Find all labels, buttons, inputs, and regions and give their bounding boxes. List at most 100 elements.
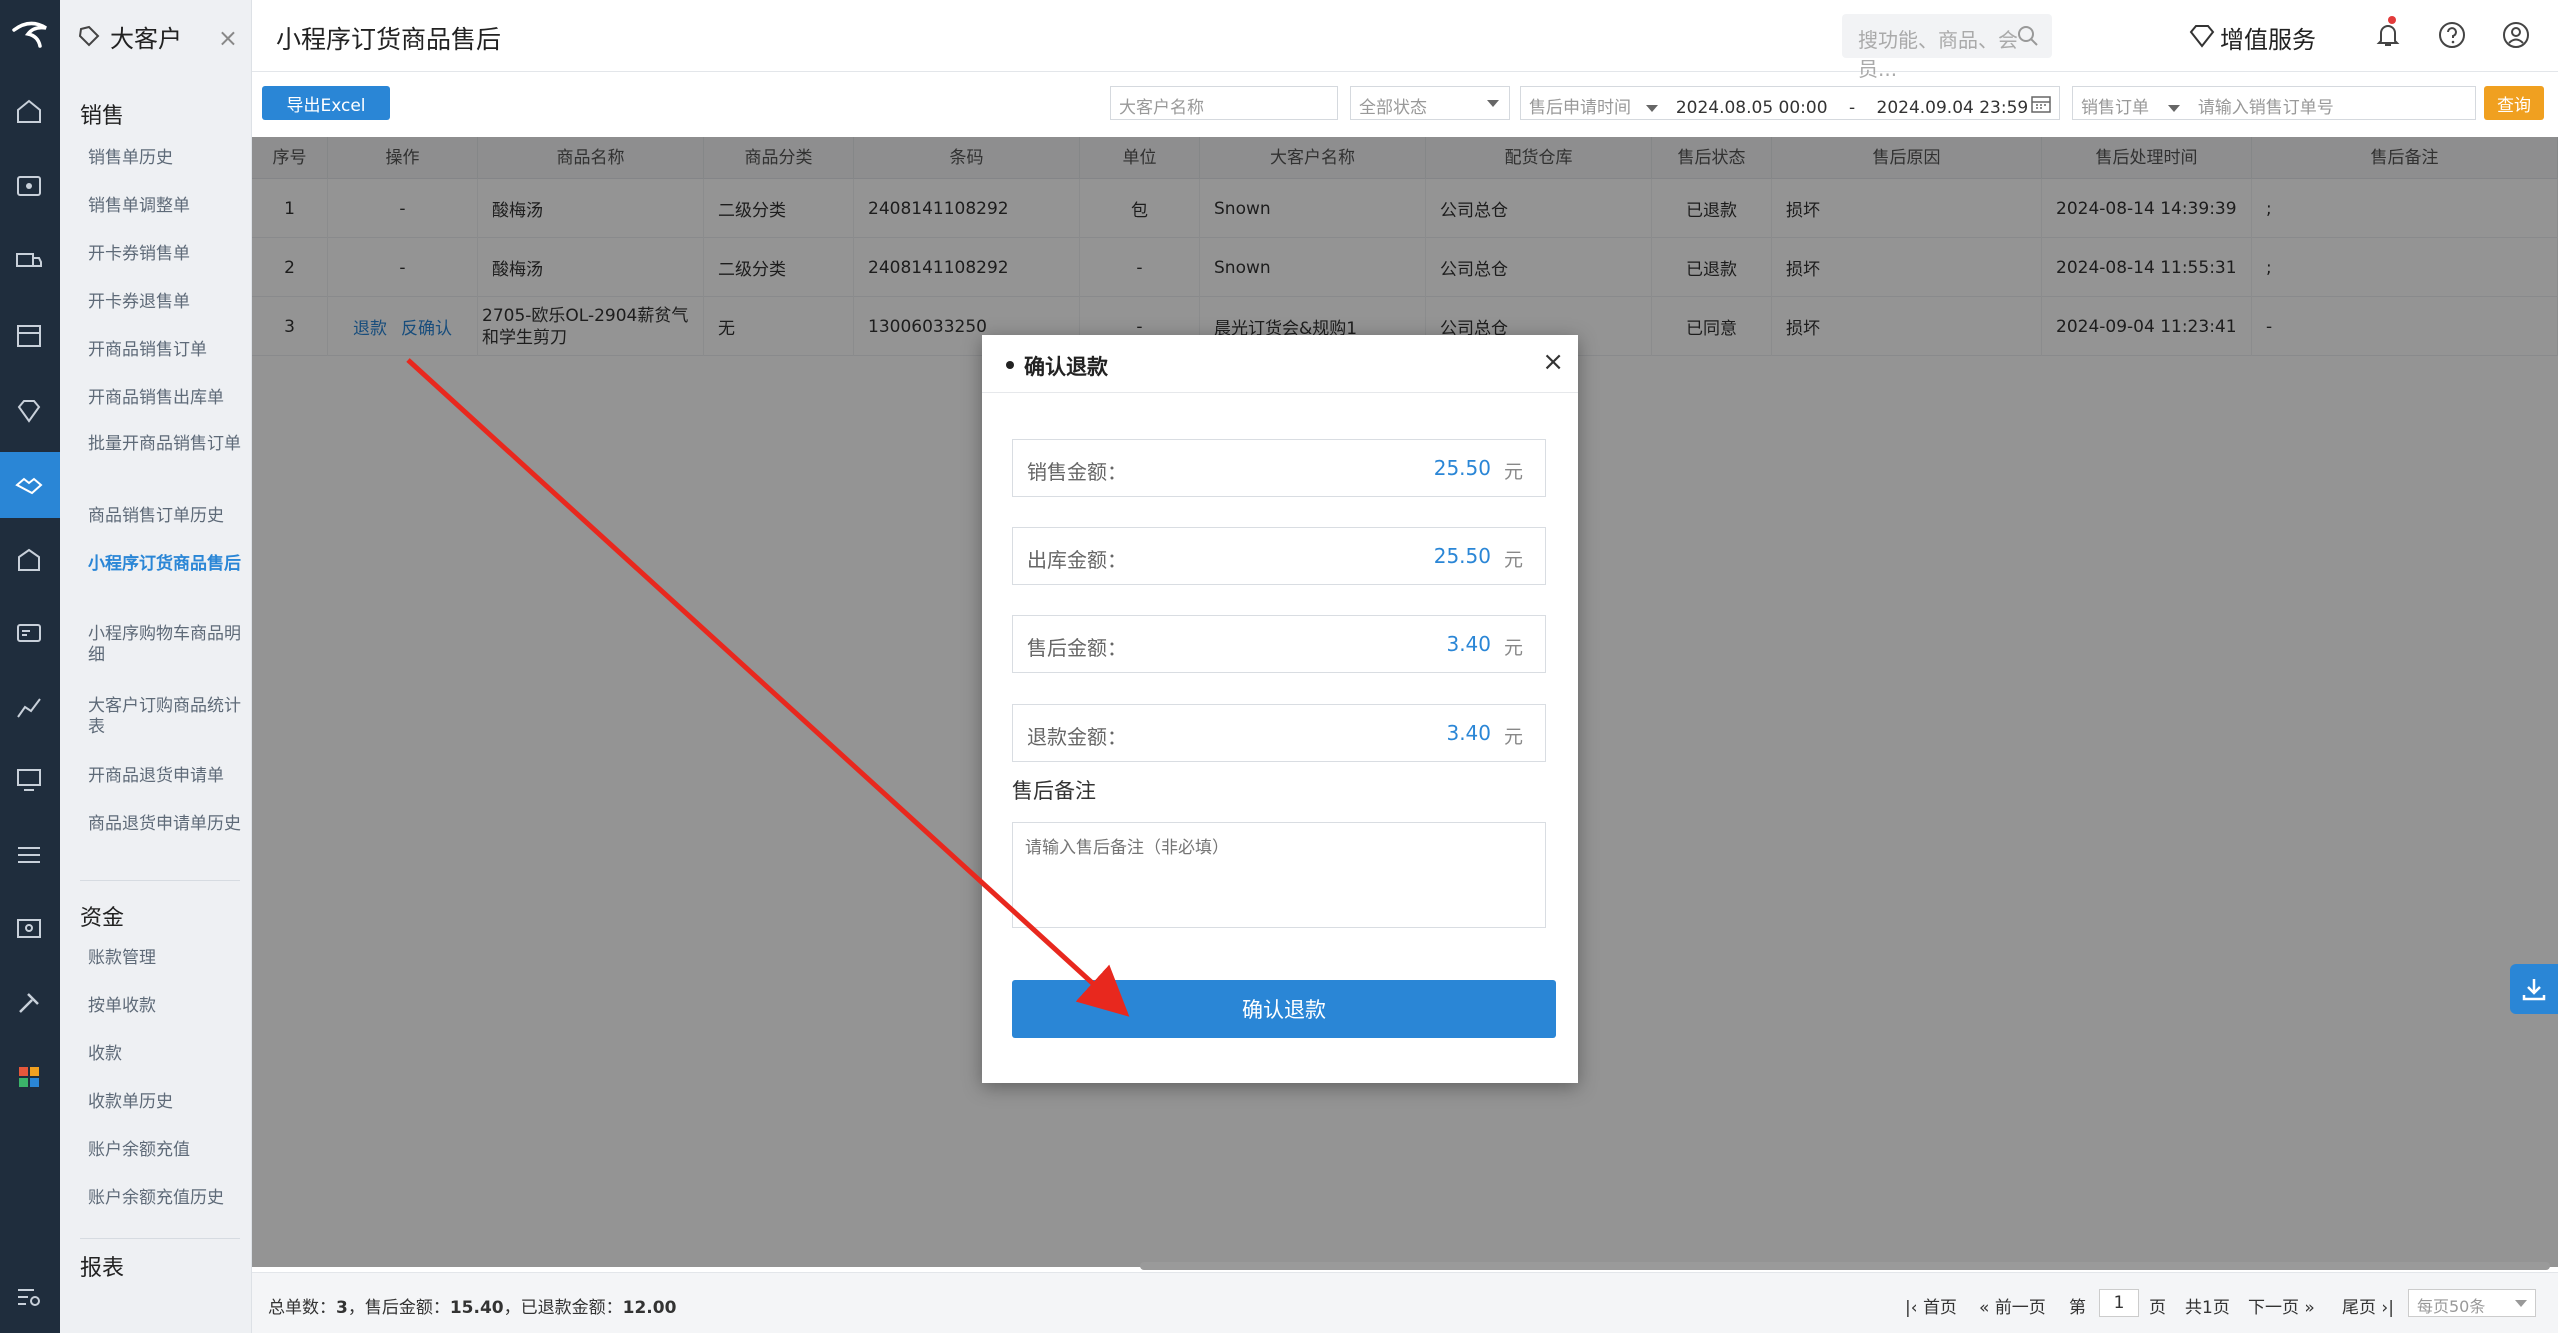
- page-size-select[interactable]: 每页50条: [2408, 1289, 2536, 1317]
- inventory-icon[interactable]: [14, 321, 44, 351]
- app-logo-icon: [12, 21, 47, 48]
- home-icon[interactable]: [14, 96, 44, 126]
- field-value[interactable]: 3.40: [1446, 721, 1491, 745]
- sidebar-item[interactable]: 按单收款: [88, 996, 243, 1017]
- sidebar-item[interactable]: 开商品销售出库单: [88, 388, 243, 409]
- sidebar-divider: [80, 1238, 240, 1239]
- aftersale-amount: 15.40: [449, 1298, 504, 1318]
- sidebar-group-reports[interactable]: 报表: [80, 1250, 124, 1282]
- member-diamond-icon[interactable]: [14, 396, 44, 426]
- help-icon[interactable]: [2437, 20, 2467, 50]
- remark-label: 售后备注: [1012, 779, 1096, 803]
- date-start[interactable]: 2024.08.05 00:00: [1676, 98, 1828, 118]
- summary-label: ，售后金额：: [347, 1298, 450, 1318]
- notification-dot: [2388, 16, 2396, 24]
- sidebar-close-icon[interactable]: ×: [218, 24, 238, 52]
- confirm-refund-button[interactable]: 确认退款: [1012, 980, 1556, 1038]
- sidebar-divider: [80, 880, 240, 881]
- field-unit: 元: [1503, 461, 1523, 483]
- search-icon[interactable]: [2016, 24, 2040, 48]
- sidebar-header: 大客户 ×: [60, 0, 252, 72]
- bell-icon[interactable]: [2373, 20, 2403, 50]
- sidebar-item[interactable]: 开卡券销售单: [88, 244, 243, 265]
- prev-page-label: 前一页: [1994, 1298, 2046, 1318]
- refunded-amount: 12.00: [622, 1298, 677, 1318]
- sidebar-item[interactable]: 收款: [88, 1044, 243, 1065]
- field-label: 售后金额：: [1027, 636, 1127, 660]
- sidebar-item[interactable]: 开商品销售订单: [88, 340, 243, 361]
- sidebar-item-active[interactable]: 小程序订货商品售后: [88, 554, 243, 575]
- diamond-icon: [2189, 25, 2215, 48]
- last-page-label: 尾页: [2342, 1298, 2376, 1318]
- sidebar-item[interactable]: 批量开商品销售订单: [88, 434, 243, 455]
- status-select[interactable]: 全部状态: [1350, 86, 1510, 120]
- user-avatar-icon[interactable]: [2501, 20, 2531, 50]
- sidebar-item[interactable]: 大客户订购商品统计表: [88, 696, 243, 738]
- tools-icon[interactable]: [14, 988, 44, 1018]
- dialog-header: 确认退款 ×: [982, 335, 1578, 393]
- next-page-label: 下一页: [2248, 1298, 2299, 1318]
- handshake-icon[interactable]: [14, 470, 44, 500]
- delivery-icon[interactable]: [14, 246, 44, 276]
- order-search[interactable]: 销售订单 请输入销售订单号: [2072, 86, 2476, 120]
- field-value: 3.40: [1446, 632, 1491, 656]
- remark-textarea[interactable]: [1012, 822, 1546, 928]
- sidebar-group-sales[interactable]: 销售: [80, 98, 124, 130]
- first-page-link[interactable]: |‹ 首页: [1905, 1293, 1957, 1318]
- sidebar-item[interactable]: 账户余额充值: [88, 1140, 243, 1161]
- close-icon[interactable]: ×: [1542, 347, 1564, 377]
- download-float-button[interactable]: [2510, 964, 2558, 1014]
- calendar-icon[interactable]: [2031, 95, 2051, 113]
- sidebar-group-funds[interactable]: 资金: [80, 900, 124, 932]
- cashier-icon[interactable]: [14, 171, 44, 201]
- sidebar-item[interactable]: 商品退货申请单历史: [88, 814, 243, 835]
- export-excel-button[interactable]: 导出Excel: [262, 86, 390, 120]
- sidebar-item[interactable]: 小程序购物车商品明细: [88, 624, 243, 666]
- chevron-down-icon: [1487, 100, 1499, 107]
- time-type-select[interactable]: 售后申请时间: [1529, 98, 1631, 118]
- date-end[interactable]: 2024.09.04 23:59: [1877, 98, 2029, 118]
- field-value: 25.50: [1433, 456, 1491, 480]
- sidebar-item[interactable]: 账款管理: [88, 948, 243, 969]
- card-icon[interactable]: [14, 618, 44, 648]
- apps-grid-icon[interactable]: [14, 1062, 44, 1092]
- menu-search-icon[interactable]: [14, 1282, 44, 1312]
- sidebar-item[interactable]: 账户余额充值历史: [88, 1188, 243, 1209]
- settings-sliders-icon[interactable]: [14, 840, 44, 870]
- order-no-input[interactable]: 请输入销售订单号: [2198, 98, 2334, 118]
- page-number-input[interactable]: 1: [2099, 1289, 2139, 1317]
- field-unit: 元: [1503, 726, 1523, 748]
- next-page-icon: »: [2299, 1298, 2315, 1318]
- aftersale-amount-field: 售后金额： 3.40 元: [1012, 615, 1546, 673]
- monitor-icon[interactable]: [14, 765, 44, 795]
- sidebar-item[interactable]: 商品销售订单历史: [88, 506, 243, 527]
- order-type-select[interactable]: 销售订单: [2081, 98, 2149, 118]
- sidebar-item[interactable]: 销售单历史: [88, 148, 243, 169]
- customer-name-input[interactable]: 大客户名称: [1110, 86, 1338, 120]
- global-search[interactable]: 搜功能、商品、会员...: [1842, 14, 2052, 81]
- next-page-link[interactable]: 下一页 »: [2248, 1293, 2315, 1318]
- sidebar-item[interactable]: 开卡券退售单: [88, 292, 243, 313]
- field-label: 销售金额：: [1027, 460, 1127, 484]
- sidebar-item[interactable]: 收款单历史: [88, 1092, 243, 1113]
- outbound-amount-field: 出库金额： 25.50 元: [1012, 527, 1546, 585]
- total-pages: 共1页: [2185, 1298, 2230, 1318]
- last-page-link[interactable]: 尾页 ›|: [2342, 1293, 2394, 1318]
- page-title: 小程序订货商品售后: [276, 25, 502, 54]
- chevron-down-icon: [1646, 104, 1659, 112]
- date-range-filter[interactable]: 售后申请时间 2024.08.05 00:00 - 2024.09.04 23:…: [1520, 86, 2060, 120]
- query-button[interactable]: 查询: [2484, 86, 2544, 120]
- value-added-service-link[interactable]: 增值服务: [2220, 20, 2316, 55]
- field-value: 25.50: [1433, 544, 1491, 568]
- field-label: 出库金额：: [1027, 548, 1127, 572]
- status-select-value: 全部状态: [1359, 98, 1427, 118]
- purchase-icon[interactable]: [14, 545, 44, 575]
- analytics-icon[interactable]: [14, 692, 44, 722]
- sidebar-item[interactable]: 销售单调整单: [88, 196, 243, 217]
- refund-amount-field[interactable]: 退款金额： 3.40 元: [1012, 704, 1546, 762]
- dialog-title: 确认退款: [1024, 355, 1108, 379]
- prev-page-link[interactable]: « 前一页: [1979, 1293, 2046, 1318]
- screen-icon[interactable]: [14, 914, 44, 944]
- sidebar-item[interactable]: 开商品退货申请单: [88, 766, 243, 787]
- horizontal-scrollbar[interactable]: [1140, 1262, 2550, 1270]
